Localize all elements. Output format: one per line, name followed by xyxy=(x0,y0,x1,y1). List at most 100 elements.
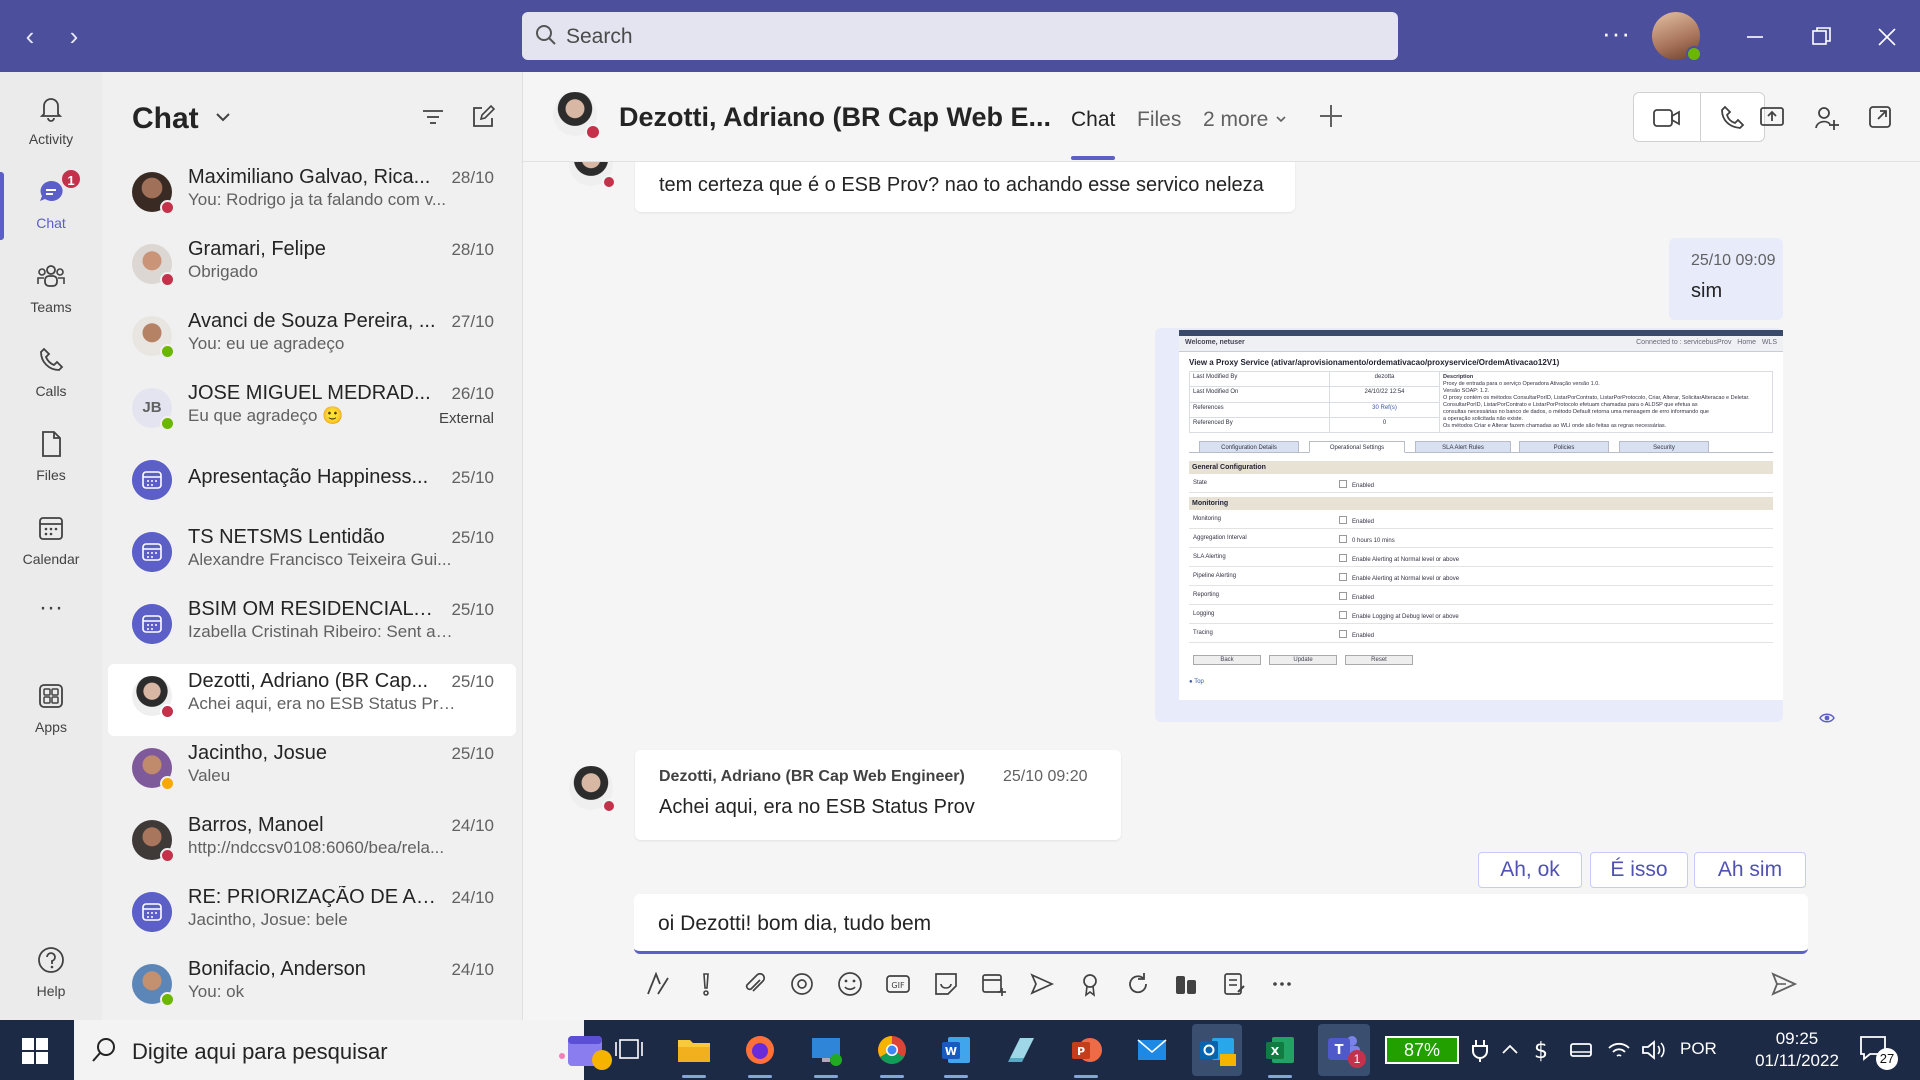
pop-out-icon[interactable] xyxy=(1867,104,1893,130)
taskbar-search[interactable]: Digite aqui para pesquisar xyxy=(74,1020,612,1080)
tab-more[interactable]: 2 more xyxy=(1203,108,1288,132)
rail-item-help[interactable]: Help xyxy=(0,934,102,1014)
status-available-icon xyxy=(160,344,175,359)
chrome-icon[interactable] xyxy=(870,1028,914,1078)
chevron-down-icon[interactable] xyxy=(212,106,234,128)
wifi-icon[interactable] xyxy=(1606,1038,1632,1062)
powerpoint-icon[interactable]: P xyxy=(1064,1028,1108,1078)
quick-reply-button[interactable]: Ah sim xyxy=(1694,852,1806,888)
minimize-icon[interactable] xyxy=(1740,22,1770,52)
excel-icon[interactable]: X xyxy=(1258,1028,1302,1078)
quick-reply-button[interactable]: É isso xyxy=(1590,852,1688,888)
back-arrow-icon[interactable]: ‹ xyxy=(14,20,46,52)
approvals-icon[interactable] xyxy=(1172,970,1200,998)
meeting-avatar xyxy=(132,460,172,500)
chat-list-item[interactable]: Jacintho, Josue Valeu 25/10 xyxy=(108,736,516,808)
firefox-icon[interactable] xyxy=(738,1028,782,1078)
message-bubble[interactable]: tem certeza que é o ESB Prov? nao to ach… xyxy=(635,158,1295,212)
new-chat-icon[interactable] xyxy=(468,102,498,132)
search-input[interactable]: Search xyxy=(522,12,1398,60)
rail-item-teams[interactable]: Teams xyxy=(0,250,102,330)
chat-list-item[interactable]: TS NETSMS Lentidão Alexandre Francisco T… xyxy=(108,520,516,592)
filter-icon[interactable] xyxy=(418,102,448,132)
chat-list-item[interactable]: Maximiliano Galvao, Rica... You: Rodrigo… xyxy=(108,160,516,232)
chat-list-item[interactable]: BSIM OM RESIDENCIAL -... Izabella Cristi… xyxy=(108,592,516,664)
device-icon[interactable] xyxy=(1568,1038,1594,1062)
volume-icon[interactable] xyxy=(1640,1038,1666,1062)
clock[interactable]: 09:25 01/11/2022 xyxy=(1742,1028,1852,1072)
loop-icon[interactable] xyxy=(788,970,816,998)
chevron-up-icon[interactable] xyxy=(1500,1040,1520,1060)
format-icon[interactable] xyxy=(644,970,672,998)
teams-taskbar-icon[interactable]: T1 xyxy=(1318,1024,1370,1076)
attach-icon[interactable] xyxy=(740,970,768,998)
restore-icon[interactable] xyxy=(1806,22,1836,52)
quick-reply-button[interactable]: Ah, ok xyxy=(1478,852,1582,888)
sticker-icon[interactable] xyxy=(932,970,960,998)
rail-item-more[interactable]: ··· xyxy=(0,592,102,632)
avatar xyxy=(132,172,175,215)
dollar-icon[interactable]: $ xyxy=(1530,1036,1552,1064)
monitor-icon xyxy=(812,1038,842,1066)
close-icon[interactable] xyxy=(1872,22,1902,52)
audio-call-icon[interactable] xyxy=(1718,104,1746,132)
forms-icon[interactable] xyxy=(1220,970,1248,998)
contact-avatar[interactable] xyxy=(553,92,601,140)
compose-text[interactable]: oi Dezotti! bom dia, tudo bem xyxy=(658,912,931,936)
chat-list-item[interactable]: Barros, Manoel http://ndccsv0108:6060/be… xyxy=(108,808,516,880)
praise-icon[interactable] xyxy=(1076,970,1104,998)
rail-item-calls[interactable]: Calls xyxy=(0,334,102,414)
priority-icon[interactable] xyxy=(692,970,720,998)
profile-avatar[interactable] xyxy=(1652,12,1702,62)
emoji-icon[interactable] xyxy=(836,970,864,998)
chat-list-item[interactable]: JB JOSE MIGUEL MEDRAD... Eu que agradeço… xyxy=(108,376,516,448)
row-key: Monitoring xyxy=(1193,516,1222,522)
power-plug-icon[interactable] xyxy=(1470,1038,1490,1062)
rail-item-files[interactable]: Files xyxy=(0,418,102,498)
chat-list-item[interactable]: Gramari, Felipe Obrigado 28/10 xyxy=(108,232,516,304)
video-call-icon[interactable] xyxy=(1652,105,1682,131)
chat-list-item[interactable]: Apresentação Happiness... 25/10 xyxy=(108,448,516,520)
mail-icon[interactable] xyxy=(1130,1028,1174,1072)
gif-icon[interactable]: GIF xyxy=(884,970,912,998)
add-tab-icon[interactable] xyxy=(1317,102,1345,130)
forward-arrow-icon[interactable]: › xyxy=(58,20,90,52)
more-options-icon[interactable] xyxy=(1268,970,1296,998)
notification-count: 27 xyxy=(1876,1048,1898,1070)
tab-files[interactable]: Files xyxy=(1137,108,1181,132)
add-people-icon[interactable] xyxy=(1813,104,1841,132)
chat-list-item[interactable]: Avanci de Souza Pereira, ... You: eu ue … xyxy=(108,304,516,376)
message-bubble[interactable]: Dezotti, Adriano (BR Cap Web Engineer) 2… xyxy=(635,750,1121,840)
word-icon[interactable]: W xyxy=(934,1028,978,1078)
rail-item-calendar[interactable]: Calendar xyxy=(0,502,102,582)
file-explorer-icon[interactable] xyxy=(672,1028,716,1078)
battery-indicator[interactable]: 87% xyxy=(1385,1036,1459,1064)
screenshot-section: General Configuration xyxy=(1189,461,1773,474)
chat-list-item[interactable]: RE: PRIORIZAÇÃO DE AL... Jacintho, Josue… xyxy=(108,880,516,952)
refresh-icon[interactable] xyxy=(1124,970,1152,998)
rail-item-chat[interactable]: 1 Chat xyxy=(0,166,102,246)
chat-preview: Izabella Cristinah Ribeiro: Sent an... xyxy=(188,622,456,641)
notepad-icon[interactable] xyxy=(1000,1028,1044,1072)
stream-icon[interactable] xyxy=(1028,970,1056,998)
status-busy-icon xyxy=(585,124,601,140)
remote-desktop-icon[interactable] xyxy=(804,1028,848,1078)
shared-screenshot-image[interactable]: Welcome, netuser Connected to : servicebu… xyxy=(1179,330,1783,700)
chat-list-item-selected[interactable]: Dezotti, Adriano (BR Cap... Achei aqui, … xyxy=(108,664,516,736)
language-indicator[interactable]: POR xyxy=(1680,1039,1717,1059)
tab-chat[interactable]: Chat xyxy=(1071,108,1115,132)
windows-start-icon[interactable] xyxy=(22,1038,48,1064)
folder-icon xyxy=(678,1040,710,1062)
task-view-icon[interactable] xyxy=(608,1028,652,1072)
share-screen-icon[interactable] xyxy=(1759,104,1785,130)
message-bubble-own[interactable]: 25/10 09:09 sim xyxy=(1669,238,1783,320)
outlook-icon[interactable] xyxy=(1192,1024,1242,1076)
rail-item-apps[interactable]: Apps xyxy=(0,670,102,750)
message-compose-box[interactable]: oi Dezotti! bom dia, tudo bem xyxy=(634,894,1808,954)
send-icon[interactable] xyxy=(1770,970,1798,998)
notification-center[interactable]: 27 xyxy=(1858,1034,1898,1070)
chat-list-item[interactable]: Bonifacio, Anderson You: ok 24/10 xyxy=(108,952,516,1024)
rail-item-activity[interactable]: Activity xyxy=(0,82,102,162)
schedule-meeting-icon[interactable] xyxy=(980,970,1008,998)
contact-name[interactable]: Dezotti, Adriano (BR Cap Web E... xyxy=(619,102,1059,133)
